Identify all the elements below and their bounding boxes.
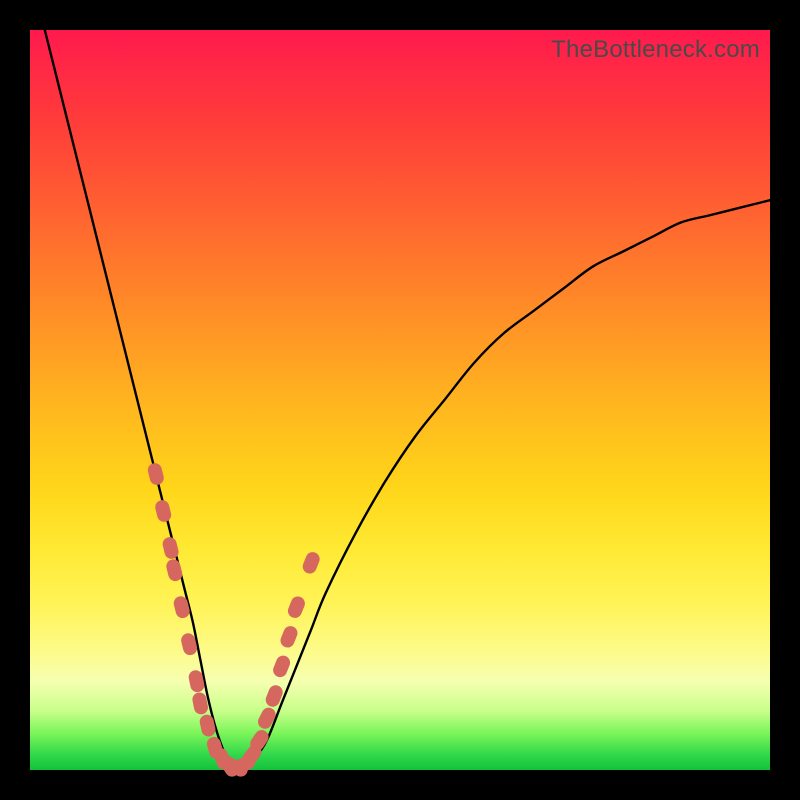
bead-marker bbox=[256, 705, 278, 731]
bead-marker bbox=[154, 499, 173, 524]
bead-marker bbox=[172, 595, 191, 620]
chart-frame: TheBottleneck.com bbox=[0, 0, 800, 800]
bead-marker bbox=[286, 594, 307, 620]
bottleneck-curve-path bbox=[45, 30, 770, 771]
bottleneck-curve-svg bbox=[30, 30, 770, 770]
bead-marker bbox=[301, 550, 322, 576]
bead-markers-group bbox=[146, 462, 321, 780]
bead-marker bbox=[198, 713, 216, 738]
bead-marker bbox=[278, 624, 299, 650]
bead-marker bbox=[146, 462, 165, 487]
plot-area: TheBottleneck.com bbox=[30, 30, 770, 770]
bead-marker bbox=[271, 654, 292, 680]
